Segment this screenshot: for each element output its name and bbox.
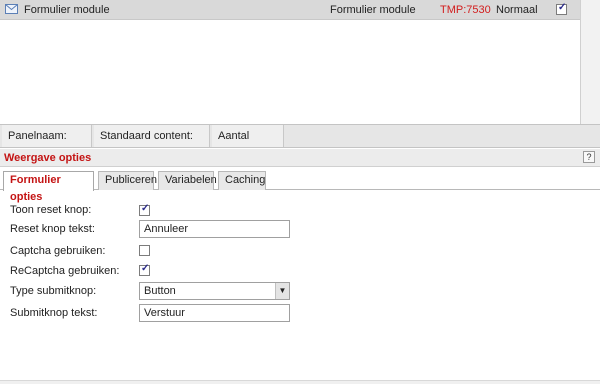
submit-type-label: Type submitknop: bbox=[10, 285, 97, 297]
reset-button-label: Toon reset knop: bbox=[10, 204, 92, 216]
captcha-label: Captcha gebruiken: bbox=[10, 245, 106, 257]
bottom-divider bbox=[0, 380, 600, 384]
reset-text-input[interactable] bbox=[139, 220, 290, 238]
display-options-title: Weergave opties bbox=[4, 152, 92, 164]
submit-type-value: Button bbox=[144, 285, 176, 297]
tab-formulier-opties[interactable]: Formulier opties bbox=[3, 171, 94, 203]
tab-bar: Formulier opties Publiceren Variabelen C… bbox=[0, 168, 600, 203]
module-status: Normaal bbox=[496, 4, 538, 16]
check-icon: ✓ bbox=[141, 203, 150, 214]
chevron-down-icon[interactable]: ▼ bbox=[275, 283, 289, 299]
mail-icon bbox=[5, 4, 18, 14]
tab-publiceren[interactable]: Publiceren bbox=[98, 171, 157, 190]
module-checkbox[interactable]: ✓ bbox=[556, 2, 567, 15]
recaptcha-label: ReCaptcha gebruiken: bbox=[10, 265, 120, 277]
form-options-panel: Toon reset knop: ✓ Reset knop tekst: Cap… bbox=[0, 190, 600, 380]
help-icon[interactable]: ? bbox=[583, 151, 595, 163]
module-name: Formulier module bbox=[24, 4, 110, 16]
tab-caching[interactable]: Caching bbox=[218, 171, 266, 190]
recaptcha-checkbox[interactable]: ✓ bbox=[139, 263, 150, 276]
submit-type-select[interactable]: Button ▼ bbox=[139, 282, 290, 300]
check-icon: ✓ bbox=[558, 2, 567, 13]
tab-variabelen[interactable]: Variabelen bbox=[158, 171, 217, 190]
submit-text-input[interactable] bbox=[139, 304, 290, 322]
info-bar: Panelnaam: center Standaard content: Nee… bbox=[0, 124, 600, 164]
default-content: Standaard content: Nee bbox=[94, 125, 210, 164]
captcha-checkbox[interactable] bbox=[139, 245, 150, 256]
reset-text-label: Reset knop tekst: bbox=[10, 223, 95, 235]
item-count: Aantal items: 1 bbox=[212, 125, 284, 164]
panel-name: Panelnaam: center bbox=[2, 125, 92, 164]
module-type: Formulier module bbox=[330, 4, 416, 16]
check-icon: ✓ bbox=[141, 263, 150, 274]
module-template-id: TMP:7530 bbox=[440, 4, 491, 16]
display-options-header: Weergave opties ? bbox=[0, 149, 600, 167]
reset-button-checkbox[interactable]: ✓ bbox=[139, 203, 150, 216]
module-row[interactable]: Formulier module Formulier module TMP:75… bbox=[0, 0, 580, 20]
scrollbar[interactable] bbox=[580, 0, 600, 124]
submit-text-label: Submitknop tekst: bbox=[10, 307, 98, 319]
